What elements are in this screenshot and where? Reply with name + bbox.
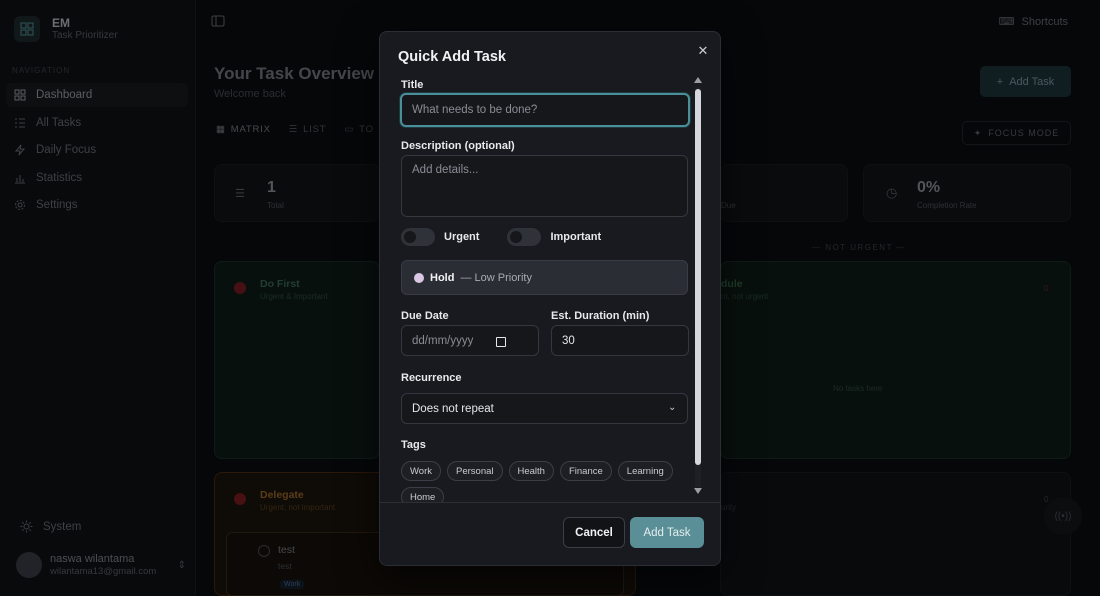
scroll-down-arrow-icon[interactable] bbox=[694, 488, 702, 494]
cancel-button[interactable]: Cancel bbox=[563, 517, 625, 548]
tag-chip[interactable]: Health bbox=[508, 461, 554, 481]
dialog-footer: Cancel Add Task bbox=[380, 502, 720, 565]
tag-chip[interactable]: Learning bbox=[617, 461, 673, 481]
recurrence-label: Recurrence bbox=[401, 372, 462, 384]
title-input[interactable] bbox=[400, 93, 690, 127]
tag-chip[interactable]: Personal bbox=[447, 461, 503, 481]
dialog-title: Quick Add Task bbox=[398, 49, 506, 65]
add-task-submit-button[interactable]: Add Task bbox=[630, 517, 704, 548]
due-date-input[interactable] bbox=[401, 325, 539, 356]
priority-toggles: Urgent Important bbox=[401, 228, 629, 246]
recurrence-value: Does not repeat bbox=[412, 402, 494, 415]
quick-add-task-dialog: Quick Add Task ✕ Title Description (opti… bbox=[379, 31, 721, 566]
priority-description: — Low Priority bbox=[460, 271, 532, 284]
description-label: Description (optional) bbox=[401, 140, 515, 152]
important-label: Important bbox=[550, 231, 602, 243]
due-date-label: Due Date bbox=[401, 310, 449, 322]
priority-indicator: Hold — Low Priority bbox=[401, 260, 688, 295]
tag-chip[interactable]: Finance bbox=[559, 461, 612, 481]
duration-input[interactable] bbox=[551, 325, 689, 356]
close-icon[interactable]: ✕ bbox=[696, 44, 710, 58]
priority-dot bbox=[414, 272, 424, 283]
tag-list: Work Personal Health Finance Learning Ho… bbox=[401, 461, 681, 507]
priority-name: Hold bbox=[430, 271, 455, 284]
tags-label: Tags bbox=[401, 439, 426, 451]
urgent-toggle[interactable] bbox=[401, 228, 435, 246]
calendar-icon[interactable] bbox=[496, 337, 506, 347]
chevron-down-icon: ⌄ bbox=[668, 402, 677, 413]
description-textarea[interactable] bbox=[401, 155, 688, 217]
duration-label: Est. Duration (min) bbox=[551, 310, 650, 322]
important-toggle[interactable] bbox=[507, 228, 542, 246]
tag-chip[interactable]: Work bbox=[401, 461, 441, 481]
scrollbar-thumb[interactable] bbox=[695, 89, 701, 465]
urgent-label: Urgent bbox=[444, 231, 480, 243]
scroll-up-arrow-icon[interactable] bbox=[694, 77, 702, 83]
dialog-scrollbar[interactable] bbox=[694, 77, 702, 497]
title-label: Title bbox=[401, 79, 424, 91]
recurrence-select[interactable]: Does not repeat bbox=[401, 393, 688, 424]
